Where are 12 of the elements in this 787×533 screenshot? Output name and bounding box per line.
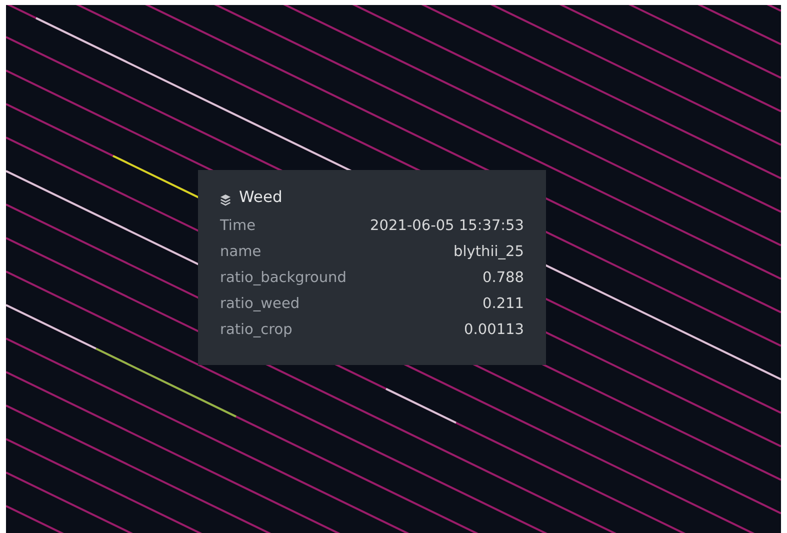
field-label: name <box>220 243 262 262</box>
layers-icon <box>220 194 231 206</box>
field-value: blythii_25 <box>454 243 524 262</box>
field-value: 2021-06-05 15:37:53 <box>370 217 524 236</box>
field-label: ratio_crop <box>220 321 292 340</box>
tooltip-title: Weed <box>239 187 282 208</box>
field-value: 0.788 <box>482 269 524 288</box>
field-value: 0.211 <box>482 295 524 314</box>
field-label: Time <box>220 217 256 236</box>
field-label: ratio_weed <box>220 295 300 314</box>
field-value: 0.00113 <box>464 321 524 340</box>
field-label: ratio_background <box>220 269 346 288</box>
